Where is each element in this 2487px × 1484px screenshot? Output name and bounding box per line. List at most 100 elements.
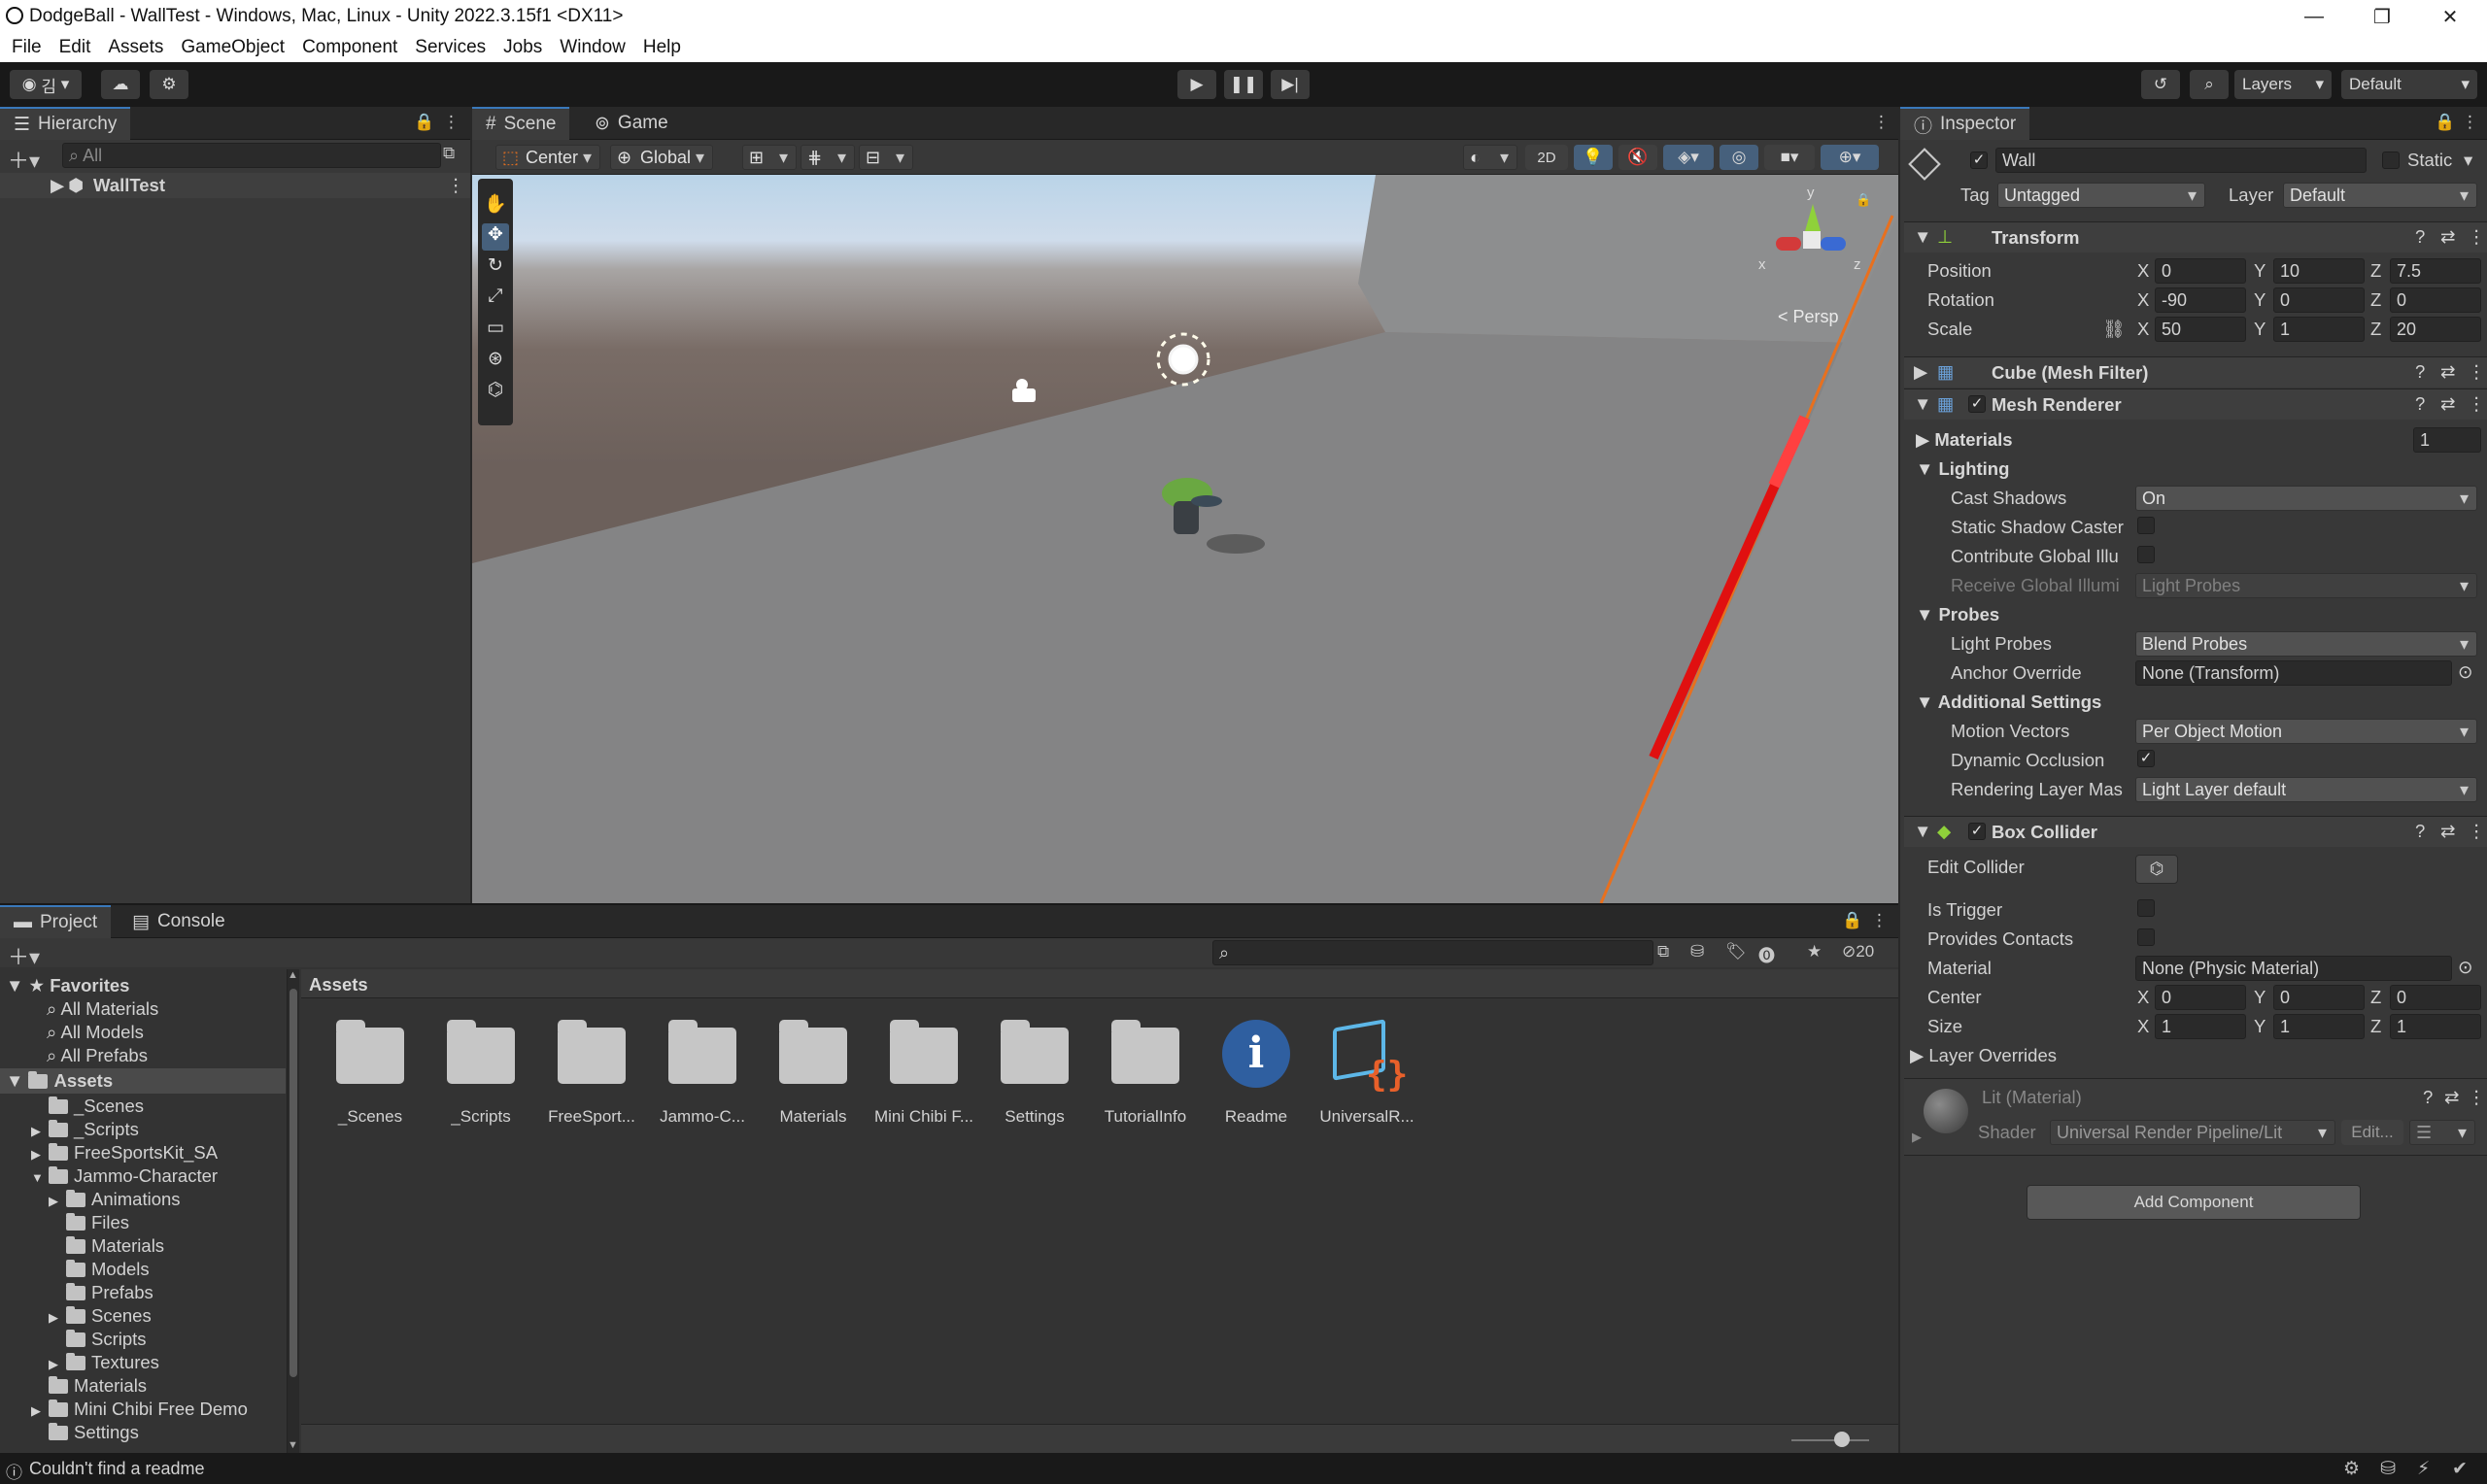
filter-log-icon[interactable]: ⓿: [1758, 942, 1775, 966]
edit-collider-button[interactable]: ⌬: [2135, 855, 2178, 884]
transform-header[interactable]: ▼ ⊥ Transform ? ⇄ ⋮: [1904, 221, 2487, 253]
asset-folder-scripts[interactable]: _Scripts: [427, 1020, 534, 1127]
tree-folder-item[interactable]: ▶ Scenes: [49, 1305, 152, 1327]
collapse-arrow-icon[interactable]: ▼: [31, 1170, 49, 1185]
physic-material-field[interactable]: None (Physic Material): [2135, 956, 2452, 981]
gizmo-lock-icon[interactable]: 🔒: [1856, 192, 1871, 208]
component-menu-icon[interactable]: ⋮: [2468, 226, 2486, 248]
close-window-button[interactable]: ✕: [2417, 0, 2483, 33]
scroll-thumb[interactable]: [290, 989, 297, 1377]
position-x-field[interactable]: 0: [2155, 258, 2246, 284]
tree-scrollbar[interactable]: ▲ ▼: [288, 969, 299, 1455]
tree-folder-item[interactable]: Files: [49, 1212, 129, 1233]
orientation-gizmo[interactable]: y x z 🔒: [1756, 185, 1871, 291]
tree-folder-item[interactable]: Scripts: [49, 1329, 147, 1350]
menu-assets[interactable]: Assets: [108, 37, 163, 58]
minimize-button[interactable]: —: [2281, 0, 2347, 33]
help-icon[interactable]: ?: [2415, 393, 2425, 415]
search-by-type-icon[interactable]: ⧉: [1657, 942, 1669, 961]
center-x-field[interactable]: 0: [2155, 985, 2246, 1010]
box-collider-header[interactable]: ▼ ◆ ✓ Box Collider ? ⇄ ⋮: [1904, 816, 2487, 847]
mesh-filter-header[interactable]: ▶ ▦ Cube (Mesh Filter) ? ⇄ ⋮: [1904, 356, 2487, 388]
zoom-slider-track[interactable]: [1791, 1439, 1869, 1441]
scale-link-icon[interactable]: ⛓: [2102, 319, 2126, 340]
assets-root-row[interactable]: ▼ Assets: [0, 1068, 286, 1094]
materials-foldout[interactable]: ▶ Materials: [1916, 429, 2013, 451]
preset-icon[interactable]: ⇄: [2440, 361, 2456, 383]
expand-arrow-icon[interactable]: ▶: [49, 1194, 66, 1209]
lighting-foldout[interactable]: ▼ Lighting: [1916, 458, 2009, 480]
create-plus-icon[interactable]: ＋▾: [8, 144, 40, 175]
scale-tool-icon[interactable]: ⤢: [482, 286, 509, 313]
asset-folder-tutorialinfo[interactable]: TutorialInfo: [1092, 1020, 1199, 1127]
center-y-field[interactable]: 0: [2273, 985, 2365, 1010]
favorites-header[interactable]: ▼ ★ Favorites: [6, 975, 129, 996]
lock-icon[interactable]: 🔒: [414, 113, 434, 132]
tab-hierarchy[interactable]: ☰ Hierarchy: [0, 107, 131, 140]
menu-component[interactable]: Component: [302, 37, 397, 58]
favorite-all-materials[interactable]: ⌕ All Materials: [47, 998, 158, 1020]
tab-scene[interactable]: # Scene: [472, 107, 570, 140]
tab-project[interactable]: ▬ Project: [0, 905, 112, 938]
ruler-dropdown[interactable]: ⊟: [859, 145, 913, 170]
tree-folder-item[interactable]: Materials: [49, 1235, 164, 1257]
rotate-tool-icon[interactable]: ↻: [482, 254, 509, 282]
center-z-field[interactable]: 0: [2390, 985, 2481, 1010]
asset-folder-materials[interactable]: Materials: [760, 1020, 867, 1127]
create-plus-icon[interactable]: ＋▾: [8, 940, 40, 971]
draw-mode-dropdown[interactable]: ◐: [1463, 145, 1517, 170]
tab-game[interactable]: ⊚ Game: [581, 107, 682, 140]
move-tool-icon[interactable]: ✥: [482, 223, 509, 251]
lighting-toggle[interactable]: 💡: [1574, 145, 1613, 170]
gizmos-dropdown[interactable]: ⊕▾: [1821, 145, 1879, 170]
anchor-override-field[interactable]: None (Transform): [2135, 660, 2452, 686]
scene-more-icon[interactable]: ⋮: [447, 175, 465, 196]
asset-folder-jammo[interactable]: Jammo-C...: [649, 1020, 756, 1127]
debug-icon[interactable]: ⚙: [2343, 1458, 2360, 1480]
light-probes-dropdown[interactable]: Blend Probes: [2135, 631, 2477, 657]
tree-folder-item[interactable]: ▶ Mini Chibi Free Demo: [31, 1399, 248, 1420]
mesh-renderer-header[interactable]: ▼ ▦ ✓ Mesh Renderer ? ⇄ ⋮: [1904, 388, 2487, 420]
undo-history-button[interactable]: ↺: [2141, 70, 2180, 99]
asset-universal-rp[interactable]: {} UniversalR...: [1313, 1019, 1420, 1127]
more-menu-icon[interactable]: ⋮: [1873, 113, 1890, 132]
tree-folder-item[interactable]: Prefabs: [49, 1282, 153, 1303]
preset-icon[interactable]: ⇄: [2440, 393, 2456, 415]
hidden-packages-icon[interactable]: ⊘20: [1842, 942, 1874, 961]
tree-folder-item[interactable]: Settings: [31, 1422, 139, 1443]
favorite-all-prefabs[interactable]: ⌕ All Prefabs: [47, 1045, 148, 1066]
tree-folder-item[interactable]: ▶ FreeSportsKit_SA: [31, 1142, 218, 1164]
rect-tool-icon[interactable]: ▭: [482, 317, 509, 344]
tab-inspector[interactable]: ⓘ Inspector: [1900, 107, 2030, 140]
probes-foldout[interactable]: ▼ Probes: [1916, 604, 1999, 625]
tree-folder-item[interactable]: ▶ _Scripts: [31, 1119, 139, 1140]
preset-icon[interactable]: ⇄: [2440, 821, 2456, 842]
size-z-field[interactable]: 1: [2390, 1014, 2481, 1039]
scale-z-field[interactable]: 20: [2390, 317, 2481, 342]
collapse-arrow-icon[interactable]: ▼: [1914, 393, 1931, 415]
cast-shadows-dropdown[interactable]: On: [2135, 486, 2477, 511]
tag-dropdown[interactable]: Untagged: [1997, 183, 2205, 208]
play-button[interactable]: ▶: [1177, 70, 1216, 99]
expand-arrow-icon[interactable]: ▶: [1912, 1130, 1922, 1145]
tree-folder-item[interactable]: Models: [49, 1259, 150, 1280]
preset-icon[interactable]: ⇄: [2440, 226, 2456, 248]
component-menu-icon[interactable]: ⋮: [2468, 821, 2486, 842]
collapse-arrow-icon[interactable]: ▼: [1914, 821, 1931, 842]
menu-edit[interactable]: Edit: [59, 37, 91, 58]
pivot-dropdown[interactable]: ⬚ Center: [495, 145, 600, 170]
object-name-field[interactable]: Wall: [1995, 148, 2367, 173]
help-icon[interactable]: ?: [2415, 226, 2425, 248]
asset-folder-freesports[interactable]: FreeSport...: [538, 1020, 645, 1127]
position-y-field[interactable]: 10: [2273, 258, 2365, 284]
materials-count-field[interactable]: 1: [2413, 427, 2481, 453]
status-message[interactable]: Couldn't find a readme: [29, 1459, 205, 1479]
hierarchy-search-input[interactable]: ⌕ All: [62, 143, 441, 168]
provides-contacts-checkbox[interactable]: [2137, 928, 2155, 946]
component-menu-icon[interactable]: ⋮: [2468, 393, 2486, 415]
audio-toggle[interactable]: 🔇: [1618, 145, 1657, 170]
favorite-star-icon[interactable]: ★: [1807, 942, 1822, 961]
scale-x-field[interactable]: 50: [2155, 317, 2246, 342]
motion-vectors-dropdown[interactable]: Per Object Motion: [2135, 719, 2477, 744]
step-button[interactable]: ▶|: [1271, 70, 1310, 99]
